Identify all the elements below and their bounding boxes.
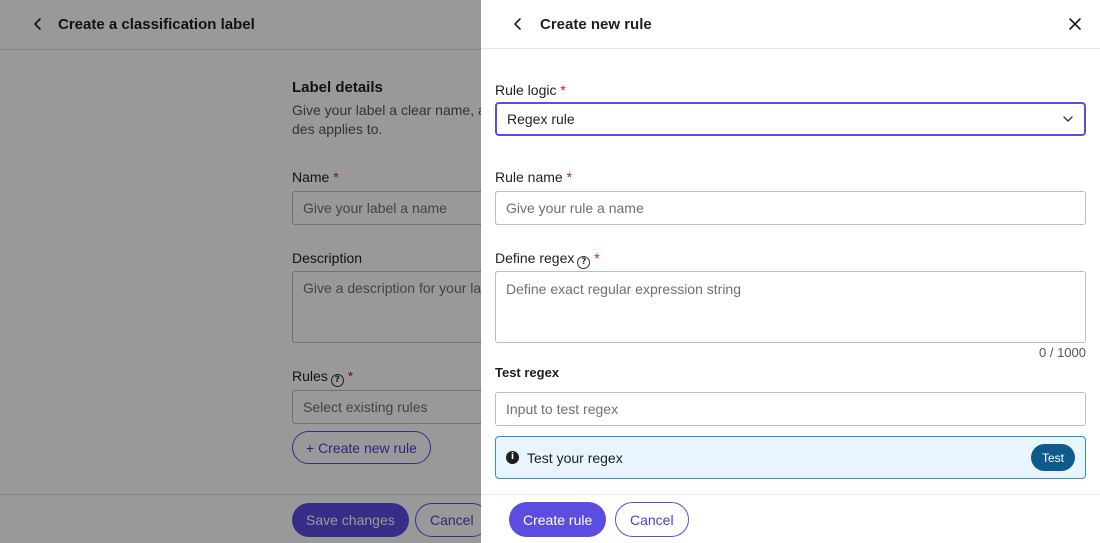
test-button[interactable]: Test bbox=[1030, 444, 1075, 471]
info-icon: i bbox=[506, 451, 519, 464]
define-regex-input[interactable]: Define exact regular expression string bbox=[495, 271, 1086, 343]
panel-title: Create new rule bbox=[540, 16, 652, 33]
rule-logic-label: Rule logic * bbox=[495, 82, 566, 98]
cancel-rule-button[interactable]: Cancel bbox=[615, 502, 689, 537]
panel-header: Create new rule bbox=[481, 0, 1100, 49]
rule-name-input[interactable]: Give your rule a name bbox=[495, 191, 1086, 225]
test-regex-label: Test regex bbox=[495, 365, 560, 380]
chevron-down-icon bbox=[1063, 116, 1073, 122]
create-rule-panel: Create new rule Rule logic * Regex rule … bbox=[481, 0, 1100, 543]
test-regex-message: Test your regex bbox=[527, 449, 623, 466]
test-regex-input[interactable]: Input to test regex bbox=[495, 392, 1086, 426]
character-counter: 0 / 1000 bbox=[1039, 345, 1086, 360]
rule-name-label: Rule name * bbox=[495, 169, 573, 185]
help-icon[interactable]: ? bbox=[577, 256, 591, 269]
define-regex-label: Define regex? * bbox=[495, 250, 600, 269]
create-rule-button[interactable]: Create rule bbox=[509, 502, 607, 537]
back-arrow-icon[interactable] bbox=[510, 16, 526, 32]
close-icon[interactable] bbox=[1067, 16, 1083, 32]
rule-logic-select[interactable]: Regex rule bbox=[495, 102, 1086, 136]
rule-logic-value: Regex rule bbox=[507, 111, 575, 127]
test-regex-notice: i Test your regex Test bbox=[495, 436, 1086, 479]
